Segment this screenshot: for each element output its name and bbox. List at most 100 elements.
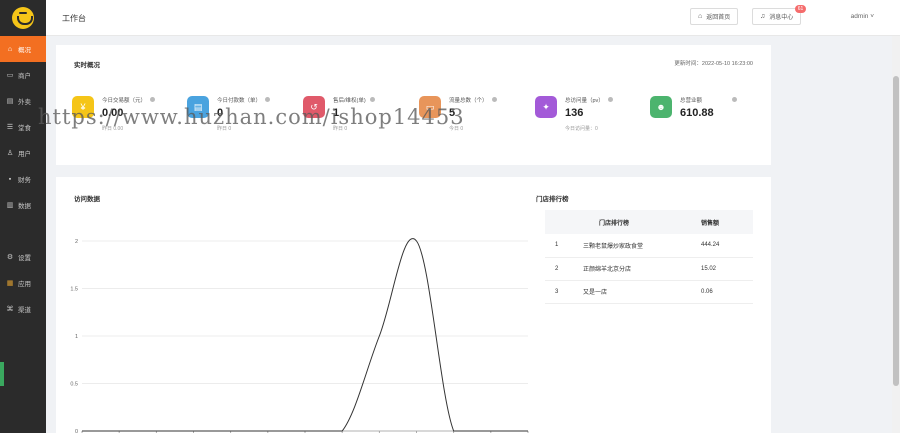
sales-cell: 15.02 — [693, 257, 753, 281]
message-center-button[interactable]: ♫ 消息中心 61 — [752, 5, 807, 25]
stat-label-text: 售后/维权(单) — [333, 98, 366, 104]
store-name-cell: 正颜绵羊北京分店 — [583, 257, 693, 281]
store-name-cell: 又是一店 — [583, 280, 693, 304]
stat-value: 610.88 — [680, 107, 714, 119]
users-icon: ☻ — [650, 96, 672, 118]
settings-icon: ⚙ — [6, 253, 14, 261]
watermark: https://www.huzhan.com/ishop14453 — [38, 105, 465, 129]
info-icon[interactable] — [491, 97, 497, 102]
info-icon[interactable] — [607, 97, 613, 102]
info-icon[interactable] — [150, 97, 156, 102]
stat-label: 今日交易额（元） — [102, 96, 156, 104]
sidebar-item-label: 渠道 — [18, 307, 31, 314]
smile-logo-icon — [12, 7, 34, 29]
y-tick-label: 0 — [75, 429, 78, 433]
user-menu[interactable]: admin ˅ — [851, 13, 874, 20]
sidebar-item-label: 设置 — [18, 255, 31, 262]
takeout-icon: ▤ — [6, 97, 14, 105]
update-time: 更新时间：2022-05-10 16:23:00 — [674, 61, 753, 67]
overview-title: 实时概况 — [74, 62, 100, 69]
sidebar-accent — [0, 362, 4, 386]
chevron-down-icon: ˅ — [870, 13, 874, 20]
sidebar-item-settings[interactable]: ⚙ 设置 — [0, 244, 46, 270]
series-line — [82, 238, 528, 432]
sidebar-item-users[interactable]: ♙ 用户 — [0, 140, 46, 166]
data-icon: ▥ — [6, 201, 14, 209]
ranking-title: 门店排行榜 — [536, 196, 569, 203]
top-header: 工作台 ⌂ 返回首页 ♫ 消息中心 61 admin ˅ — [46, 0, 900, 36]
table-row[interactable]: 1 三颗老鼠爆炒家政食堂 444.24 — [545, 234, 753, 258]
user-name: admin — [850, 13, 869, 20]
stat-item: ☻ 总营业额 610.88 — [650, 96, 770, 136]
sales-cell: 0.06 — [693, 280, 753, 304]
page-title: 工作台 — [62, 14, 86, 23]
y-tick-label: 0.5 — [70, 382, 78, 388]
sidebar-item-label: 堂食 — [18, 125, 31, 132]
message-badge: 61 — [794, 5, 807, 13]
sidebar-item-channels[interactable]: ⌘ 渠道 — [0, 296, 46, 322]
info-icon[interactable] — [265, 97, 271, 102]
ranking-table: 门店排行榜 销售额 1 三颗老鼠爆炒家政食堂 444.24 2 正颜绵羊北京分店… — [545, 210, 753, 304]
sidebar-item-label: 应用 — [18, 281, 31, 288]
sales-cell: 444.24 — [693, 234, 753, 258]
column-header — [545, 210, 583, 234]
rank-cell: 1 — [545, 234, 583, 258]
store-name-cell: 三颗老鼠爆炒家政食堂 — [583, 234, 693, 258]
stat-label: 售后/维权(单) — [333, 96, 375, 104]
stat-sub: 今日访问量：0 — [565, 126, 598, 132]
stat-label-text: 今日交易额（元） — [102, 98, 147, 104]
sidebar-item-data[interactable]: ▥ 数据 — [0, 192, 46, 218]
stat-label: 流量总数（个） — [449, 96, 497, 104]
store-icon: ▭ — [6, 71, 14, 79]
home-icon: ⌂ — [7, 45, 13, 53]
stat-value: 136 — [565, 107, 584, 119]
dine-in-icon: ☰ — [6, 123, 14, 131]
sidebar-item-apps[interactable]: ▦ 应用 — [0, 270, 46, 296]
user-icon: ♙ — [6, 149, 14, 157]
back-home-button[interactable]: ⌂ 返回首页 — [690, 8, 739, 25]
rank-cell: 2 — [545, 257, 583, 281]
sidebar: ⌂ 概况 ▭ 商户 ▤ 外卖 ☰ 堂食 ♙ 用户 ▪ 财务 ▥ 数据 ⚙ 设置 … — [0, 0, 46, 433]
y-tick-label: 1.5 — [70, 287, 78, 293]
scrollbar-thumb[interactable] — [893, 76, 899, 386]
column-header: 销售额 — [693, 210, 753, 234]
stat-label-text: 总访问量（pv） — [565, 98, 604, 104]
sidebar-item-label: 商户 — [18, 73, 31, 80]
page-scrollbar[interactable] — [892, 36, 900, 433]
message-center-label: 消息中心 — [769, 15, 794, 21]
back-home-label: 返回首页 — [706, 15, 731, 21]
stat-label-text: 总营业额 — [680, 98, 703, 104]
sidebar-item-label: 用户 — [18, 151, 31, 158]
sidebar-item-merchant[interactable]: ▭ 商户 — [0, 62, 46, 88]
table-row[interactable]: 2 正颜绵羊北京分店 15.02 — [545, 257, 753, 281]
info-icon[interactable] — [732, 97, 738, 102]
y-tick-label: 2 — [75, 239, 78, 245]
y-tick-label: 1 — [75, 334, 78, 340]
visit-icon: ✦ — [535, 96, 557, 118]
sidebar-item-label: 数据 — [18, 203, 31, 210]
sidebar-item-label: 概况 — [18, 47, 31, 54]
visit-line-chart: 0 0.5 1 1.5 2 — [70, 238, 529, 433]
table-row[interactable]: 3 又是一店 0.06 — [545, 280, 753, 304]
stat-label-text: 今日付款数（单） — [217, 98, 262, 104]
column-header: 门店排行榜 — [583, 210, 693, 234]
finance-icon: ▪ — [8, 175, 12, 183]
chart-card: 访问数据 0 0.5 1 1.5 2 门店排行榜 门店排行榜 销售额 1 三颗老鼠爆炒家… — [56, 177, 771, 433]
stat-label: 总营业额 — [680, 96, 738, 104]
sidebar-item-overview[interactable]: ⌂ 概况 — [0, 36, 46, 62]
stat-label: 总访问量（pv） — [565, 96, 613, 104]
home-outline-icon: ⌂ — [698, 13, 703, 20]
bell-icon: ♫ — [760, 13, 766, 20]
sidebar-item-label: 财务 — [18, 177, 31, 184]
stat-label: 今日付款数（单） — [217, 96, 271, 104]
sidebar-item-finance[interactable]: ▪ 财务 — [0, 166, 46, 192]
info-icon[interactable] — [369, 97, 375, 102]
sidebar-item-label: 外卖 — [18, 99, 31, 106]
stat-item: ✦ 总访问量（pv） 136 今日访问量：0 — [535, 96, 655, 136]
apps-icon: ▦ — [6, 279, 14, 287]
link-icon: ⌘ — [6, 305, 14, 313]
app-logo[interactable] — [0, 0, 46, 36]
rank-cell: 3 — [545, 280, 583, 304]
table-header-row: 门店排行榜 销售额 — [545, 210, 753, 234]
